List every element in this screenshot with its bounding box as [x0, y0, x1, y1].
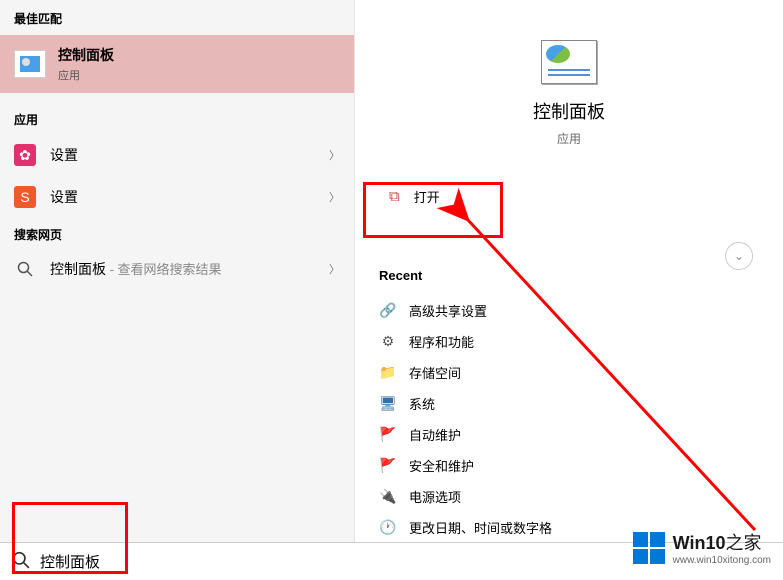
recent-item-icon: 🚩	[379, 427, 397, 443]
recent-item[interactable]: 🚩 安全和维护	[379, 450, 783, 481]
chevron-right-icon: 〉	[329, 261, 340, 277]
recent-item[interactable]: 🔌 电源选项	[379, 481, 783, 512]
right-panel: 控制面板 应用 ⧉ 打开 ⌄ Recent 🔗 高级共享设置 ⚙ 程序和功能 📁 存储空间…	[355, 0, 783, 580]
open-button[interactable]: ⧉ 打开	[365, 175, 773, 218]
open-label: 打开	[414, 187, 440, 206]
best-match-header: 最佳匹配	[0, 2, 354, 33]
recent-item[interactable]: 🚩 自动维护	[379, 419, 783, 450]
app-label: 设置	[50, 145, 329, 165]
app-label: 设置	[50, 187, 329, 207]
web-header: 搜索网页	[0, 218, 354, 249]
recent-item-icon: 🔗	[379, 303, 397, 319]
search-input[interactable]	[40, 553, 340, 570]
web-search-item[interactable]: 控制面板 - 查看网络搜索结果 〉	[0, 249, 354, 289]
left-panel: 最佳匹配 控制面板 应用 应用 ✿ 设置 〉 S 设置 〉 搜索网页 控制面板 …	[0, 0, 355, 580]
recent-item-icon: 🔌	[379, 489, 397, 505]
gear-icon: S	[14, 186, 36, 208]
recent-item-icon: 📁	[379, 365, 397, 381]
detail-subtitle: 应用	[355, 130, 783, 147]
recent-item-label: 程序和功能	[409, 332, 474, 351]
chevron-right-icon: 〉	[329, 147, 340, 163]
recent-item-icon: 🖥	[379, 396, 397, 412]
expand-button[interactable]: ⌄	[725, 242, 753, 270]
recent-item-label: 高级共享设置	[409, 301, 487, 320]
recent-item[interactable]: 🖥 系统	[379, 388, 783, 419]
recent-item-label: 存储空间	[409, 363, 461, 382]
recent-item[interactable]: 🔗 高级共享设置	[379, 295, 783, 326]
apps-header: 应用	[0, 103, 354, 134]
app-item-settings-2[interactable]: S 设置 〉	[0, 176, 354, 218]
recent-item-label: 系统	[409, 394, 435, 413]
recent-item-label: 自动维护	[409, 425, 461, 444]
chevron-right-icon: 〉	[329, 189, 340, 205]
recent-item-icon: 🚩	[379, 458, 397, 474]
control-panel-icon	[14, 50, 46, 78]
detail-title: 控制面板	[355, 98, 783, 124]
windows-logo-icon	[633, 532, 665, 564]
best-match-title: 控制面板	[58, 45, 114, 65]
recent-item-icon: 🕐	[379, 520, 397, 536]
web-label: 控制面板 - 查看网络搜索结果	[50, 259, 329, 279]
recent-item[interactable]: 📁 存储空间	[379, 357, 783, 388]
recent-item-icon: ⚙	[379, 334, 397, 350]
search-icon	[14, 261, 36, 277]
gear-icon: ✿	[14, 144, 36, 166]
best-match-item[interactable]: 控制面板 应用	[0, 35, 354, 93]
recent-item-label: 电源选项	[409, 487, 461, 506]
search-icon	[12, 551, 30, 572]
control-panel-large-icon	[541, 40, 597, 84]
watermark: Win10之家 www.win10xitong.com	[633, 529, 771, 566]
recent-item-label: 更改日期、时间或数字格	[409, 518, 552, 537]
recent-item[interactable]: ⚙ 程序和功能	[379, 326, 783, 357]
recent-item-label: 安全和维护	[409, 456, 474, 475]
recent-header: Recent	[379, 268, 783, 283]
app-item-settings-1[interactable]: ✿ 设置 〉	[0, 134, 354, 176]
best-match-subtitle: 应用	[58, 67, 114, 83]
open-icon: ⧉	[389, 188, 400, 205]
